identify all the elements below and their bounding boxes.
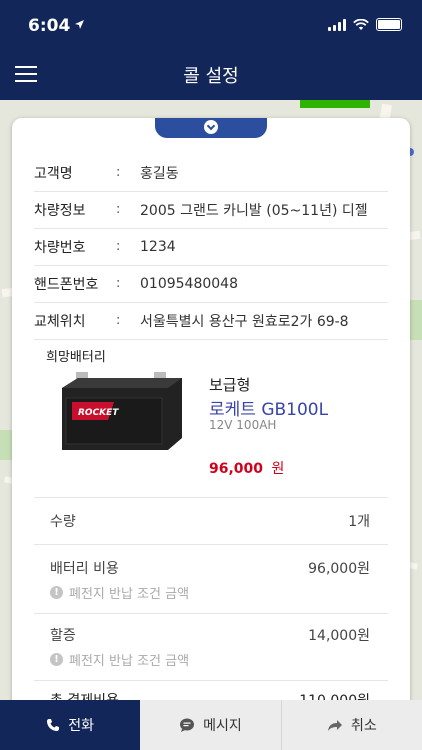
naver-badge <box>300 100 370 108</box>
battery-cost-label: 배터리 비용 <box>50 561 119 577</box>
info-icon: ! <box>50 653 63 666</box>
collapse-tab[interactable] <box>155 118 267 138</box>
app-header: 6:04 콜 설정 <box>0 0 422 100</box>
phone-number-value: 01095480048 <box>140 275 238 292</box>
battery-price-currency: 원 <box>271 461 285 477</box>
battery-spec: 12V 100AH <box>209 418 277 432</box>
customer-name-row: 고객명 : 홍길동 <box>34 154 388 192</box>
divider <box>34 544 388 545</box>
vehicle-info-value: 2005 그랜드 카니발 (05~11년) 디젤 <box>140 202 368 219</box>
quantity-value: 1개 <box>348 514 370 530</box>
vehicle-number-label: 차량번호 <box>34 239 86 256</box>
battery-cost-value: 96,000원 <box>308 561 370 577</box>
surcharge-value: 14,000원 <box>308 628 370 644</box>
battery-image: ROCKET <box>62 372 182 450</box>
vehicle-number-row: 차량번호 : 1234 <box>34 228 388 266</box>
battery-price: 96,000 원 <box>209 458 284 478</box>
call-settings-card: 고객명 : 홍길동 차량정보 : 2005 그랜드 카니발 (05~11년) 디… <box>12 118 410 718</box>
share-arrow-icon <box>327 719 342 731</box>
replace-location-value: 서울특별시 용산구 원효로2가 69-8 <box>140 313 349 330</box>
wifi-icon <box>353 18 369 30</box>
phone-number-row: 핸드폰번호 : 01095480048 <box>34 265 388 303</box>
message-button[interactable]: 메시지 <box>140 700 281 750</box>
vehicle-info-row: 차량정보 : 2005 그랜드 카니발 (05~11년) 디젤 <box>34 191 388 229</box>
vehicle-info-label: 차량정보 <box>34 202 86 219</box>
vehicle-number-value: 1234 <box>140 238 176 255</box>
info-icon: ! <box>50 586 63 599</box>
call-button[interactable]: 전화 <box>0 700 141 750</box>
message-button-label: 메시지 <box>203 718 242 734</box>
replace-location-row: 교체위치 : 서울특별시 용산구 원효로2가 69-8 <box>34 302 388 340</box>
desired-battery-title: 희망배터리 <box>46 350 106 365</box>
replace-location-label: 교체위치 <box>34 313 86 330</box>
call-button-label: 전화 <box>68 718 95 734</box>
battery-name: 로케트 GB100L <box>209 400 329 420</box>
customer-name-label: 고객명 <box>34 165 73 182</box>
bottom-action-bar: 전화 메시지 취소 <box>0 700 422 750</box>
battery-type: 보급형 <box>209 376 251 394</box>
phone-number-label: 핸드폰번호 <box>34 276 99 293</box>
divider <box>34 613 388 614</box>
surcharge-note: ! 폐전지 반납 조건 금액 <box>50 650 189 669</box>
cancel-button-label: 취소 <box>350 718 377 734</box>
battery-brand-label: ROCKET <box>78 408 119 418</box>
battery-cost-note-text: 폐전지 반납 조건 금액 <box>69 587 190 602</box>
divider <box>34 680 388 681</box>
surcharge-label: 할증 <box>50 628 76 644</box>
location-arrow-icon <box>75 20 84 29</box>
chevron-down-icon <box>204 120 218 134</box>
battery-icon <box>376 18 402 31</box>
battery-price-value: 96,000 <box>209 461 264 477</box>
status-bar: 6:04 <box>0 0 422 52</box>
status-time: 6:04 <box>28 16 71 36</box>
divider <box>34 497 388 498</box>
chat-bubble-icon <box>180 718 195 732</box>
cellular-signal-icon <box>328 18 346 31</box>
cancel-button[interactable]: 취소 <box>281 700 422 750</box>
quantity-label: 수량 <box>50 514 76 530</box>
battery-cost-note: ! 폐전지 반납 조건 금액 <box>50 583 189 602</box>
surcharge-note-text: 폐전지 반납 조건 금액 <box>69 654 190 669</box>
page-title: 콜 설정 <box>183 66 239 87</box>
phone-icon <box>47 719 60 731</box>
customer-name-value: 홍길동 <box>140 165 179 182</box>
